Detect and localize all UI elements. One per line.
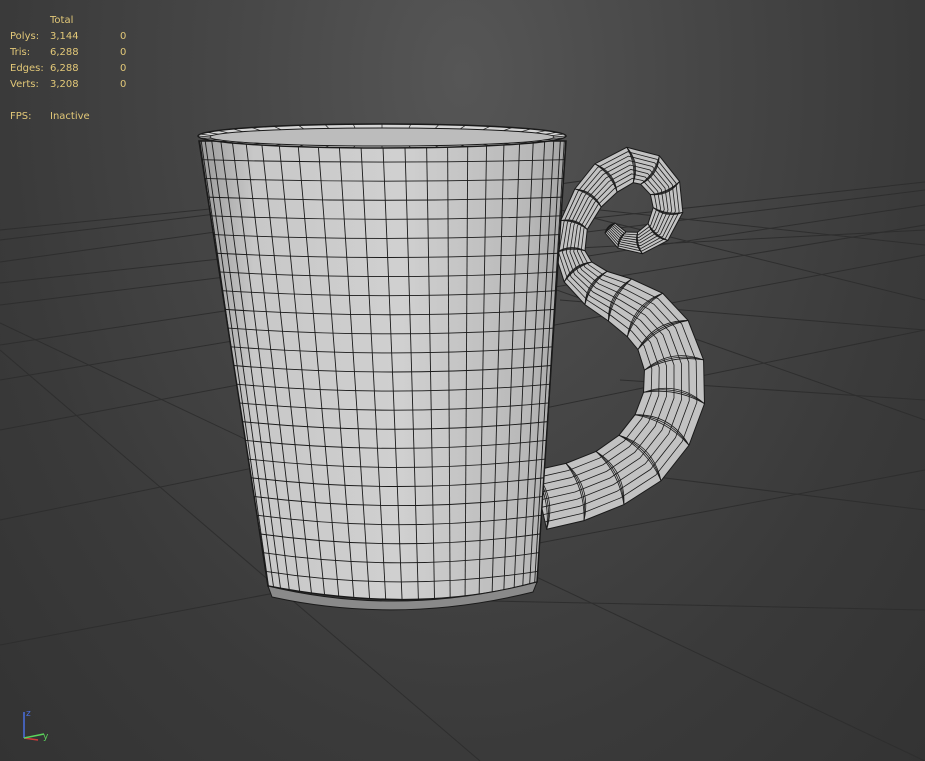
y-axis-label: y [43, 732, 49, 742]
z-axis-label: z [26, 709, 31, 719]
verts-selected: 0 [120, 79, 127, 90]
polys-label: Polys: [10, 31, 40, 42]
polys-total: 3,144 [50, 31, 79, 42]
edges-selected: 0 [120, 63, 127, 74]
tris-selected: 0 [120, 47, 127, 58]
stats-header-total: Total [50, 15, 74, 26]
viewport-scene [0, 123, 925, 761]
perspective-viewport[interactable]: Total Polys: 3,144 0 Tris: 6,288 0 Edges… [0, 0, 925, 761]
fps-value: Inactive [50, 111, 90, 122]
edges-total: 6,288 [50, 63, 79, 74]
edges-label: Edges: [10, 63, 44, 74]
tris-total: 6,288 [50, 47, 79, 58]
verts-label: Verts: [10, 79, 39, 90]
polys-selected: 0 [120, 31, 127, 42]
mug-body [197, 123, 567, 611]
fps-label: FPS: [10, 111, 32, 122]
y-axis-line [23, 733, 45, 739]
axis-tripod-icon: z y [23, 709, 49, 742]
tris-label: Tris: [10, 47, 31, 58]
verts-total: 3,208 [50, 79, 79, 90]
